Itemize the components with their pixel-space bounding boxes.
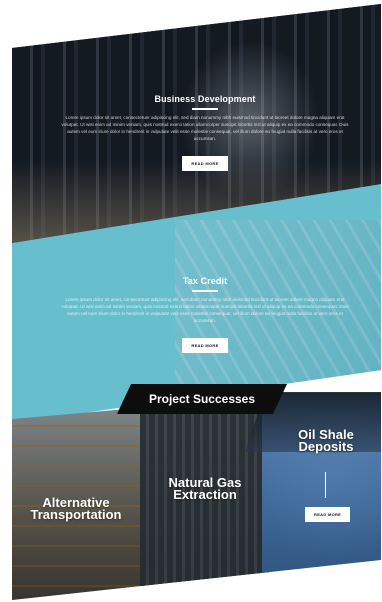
page-mockup: Business Development Lorem ipsum dolor s… [0, 0, 382, 602]
alternative-transportation-title: Alternative Transportation [30, 495, 122, 522]
title-underline [192, 108, 218, 110]
oil-shale-deposits-title: Oil Shale Deposits [298, 427, 354, 454]
title-underline [192, 290, 218, 292]
natural-gas-extraction-title: Natural Gas Extraction [168, 475, 242, 502]
business-development-block: Business Development Lorem ipsum dolor s… [60, 94, 350, 171]
business-read-more-button[interactable]: READ MORE [182, 156, 228, 171]
project-successes-banner: Project Successes [117, 384, 287, 414]
business-development-title: Business Development [154, 94, 256, 104]
project-successes-title: Project Successes [148, 392, 256, 406]
tax-credit-read-more-button[interactable]: READ MORE [182, 338, 228, 353]
tax-credit-body: Lorem ipsum dolor sit amet, consectetuer… [61, 297, 349, 323]
tile-divider-line [325, 472, 326, 498]
business-development-body: Lorem ipsum dolor sit amet, consectetuer… [61, 115, 349, 141]
tax-credit-block: Tax Credit Lorem ipsum dolor sit amet, c… [60, 276, 350, 353]
page-card: Business Development Lorem ipsum dolor s… [12, 4, 381, 600]
natural-gas-extraction-tile[interactable] [140, 405, 270, 600]
oil-shale-read-more-button[interactable]: READ MORE [305, 507, 351, 522]
tax-credit-title: Tax Credit [182, 276, 228, 286]
